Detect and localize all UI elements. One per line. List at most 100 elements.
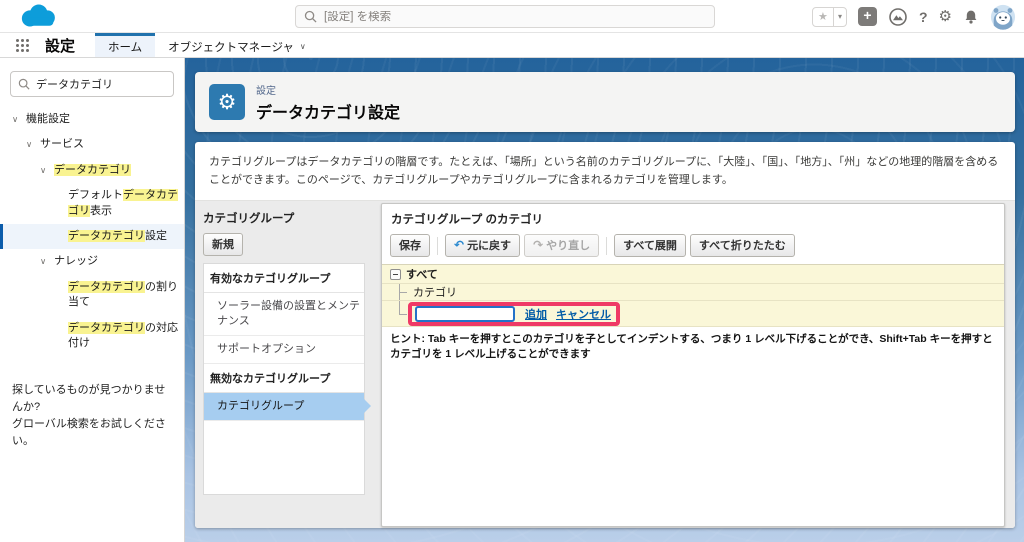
setup-tile-gear-icon: ⚙ — [209, 84, 245, 120]
undo-button[interactable]: ↶ 元に戻す — [445, 234, 521, 258]
tree-row-root[interactable]: すべて — [382, 265, 1004, 285]
sidebar-item-label: サービス — [40, 138, 84, 151]
sidebar-tree-item[interactable]: ∨ データカテゴリ — [0, 158, 184, 183]
sidebar-footer-line2: グローバル検索をお試しください。 — [12, 418, 166, 448]
quick-create-icon[interactable]: + — [857, 7, 877, 26]
page-description: カテゴリグループはデータカテゴリの階層です。たとえば、「場所」という名前のカテゴ… — [195, 142, 1015, 202]
sidebar-footer-line1: 探しているものが見つかりませんか? — [12, 384, 166, 414]
sidebar-tree-item[interactable]: ∨ ナレッジ — [0, 249, 184, 274]
global-header: ★ ▾ + ? ⚙ — [0, 0, 1024, 33]
favorites-dropdown-icon[interactable]: ▾ — [832, 7, 846, 26]
tab-home-label: ホーム — [108, 41, 143, 54]
setup-sidebar: ∨機能設定∨サービス∨データカテゴリデフォルトデータカテゴリ表示データカテゴリ設… — [0, 58, 185, 542]
help-icon[interactable]: ? — [919, 9, 928, 25]
add-link[interactable]: 追加 — [525, 306, 547, 322]
global-search[interactable] — [295, 5, 715, 28]
chevron-down-icon[interactable]: ∨ — [26, 137, 40, 151]
category-group-panel-title: カテゴリグループ — [203, 213, 295, 226]
sidebar-tree-item-selected[interactable]: データカテゴリ設定 — [0, 223, 184, 250]
chevron-down-icon[interactable]: ∨ — [40, 163, 54, 177]
setup-gear-icon[interactable]: ⚙ — [939, 9, 952, 24]
favorites-button[interactable]: ★ ▾ — [811, 6, 847, 27]
salesforce-logo — [21, 4, 55, 27]
sidebar-item-label: データカテゴリ設定 — [68, 229, 167, 242]
tree-root-label: すべて — [406, 269, 438, 282]
redo-label: やり直し — [546, 240, 591, 253]
breadcrumb: 設定 — [256, 85, 276, 97]
sidebar-tree: ∨ 機能設定 ∨ サービス ∨ データカテゴリ デフォルトデータカテゴリ表示 データカテゴリ設… — [0, 107, 184, 356]
new-category-input[interactable] — [415, 305, 515, 322]
expand-all-button[interactable]: すべて展開 — [614, 234, 686, 258]
nav-bar: 設定 ホーム オブジェクトマネージャ ∨ — [0, 33, 1024, 58]
app-launcher-icon[interactable] — [0, 33, 39, 57]
collapse-icon[interactable] — [390, 268, 401, 280]
new-button[interactable]: 新規 — [203, 233, 243, 257]
sidebar-item-label: 機能設定 — [26, 113, 70, 125]
sidebar-item-label: データカテゴリ — [54, 163, 131, 176]
tree-connector-tee — [395, 284, 409, 301]
header-icons: ★ ▾ + ? ⚙ — [811, 0, 1016, 33]
sidebar-tree-item[interactable]: デフォルトデータカテゴリ表示 — [0, 183, 184, 224]
user-avatar[interactable] — [990, 4, 1016, 30]
toolbar-divider — [606, 236, 608, 255]
tab-object-manager[interactable]: オブジェクトマネージャ ∨ — [155, 33, 319, 57]
quick-find-box[interactable] — [10, 71, 174, 97]
category-group-panel: カテゴリグループ 新規 有効なカテゴリグループ ソーラー設備の設置とメンテナンスサ… — [195, 201, 371, 528]
chevron-down-icon: ∨ — [299, 42, 306, 51]
search-icon — [304, 10, 317, 23]
page-title: データカテゴリ設定 — [256, 104, 401, 122]
category-panel-wrap: カテゴリグループ のカテゴリ 保存 ↶ 元に戻す ↷ やり直し すべて展開 すべて折… — [371, 201, 1015, 528]
category-panel: カテゴリグループ のカテゴリ 保存 ↶ 元に戻す ↷ やり直し すべて展開 すべて折… — [381, 203, 1005, 528]
sidebar-item-label: ナレッジ — [54, 255, 98, 268]
search-icon — [18, 78, 30, 90]
sidebar-tree-item[interactable]: データカテゴリの割り当て — [0, 275, 184, 316]
trailhead-icon[interactable] — [888, 7, 908, 27]
page-header-card: ⚙ 設定 データカテゴリ設定 — [195, 72, 1015, 132]
tab-object-manager-label: オブジェクトマネージャ — [168, 41, 294, 54]
redo-button[interactable]: ↷ やり直し — [524, 234, 600, 258]
cancel-link[interactable]: キャンセル — [556, 306, 611, 322]
page: ★ ▾ + ? ⚙ — [0, 0, 1024, 542]
category-panel-title: カテゴリグループ のカテゴリ — [391, 214, 544, 227]
tree-connector-elbow — [395, 301, 409, 326]
nav-tabs: ホーム オブジェクトマネージャ ∨ — [95, 33, 319, 57]
sidebar-footer: 探しているものが見つかりませんか? グローバル検索をお試しください。 — [0, 382, 184, 450]
tree-row-category[interactable]: カテゴリ — [382, 284, 1004, 302]
sidebar-item-label: デフォルトデータカテゴリ表示 — [68, 189, 178, 217]
category-group-section-header: 有効なカテゴリグループ — [204, 264, 364, 294]
tree-row-new-category: 追加 キャンセル — [382, 301, 1004, 328]
sidebar-item-label: データカテゴリの対応付け — [68, 321, 178, 349]
tab-home[interactable]: ホーム — [95, 33, 156, 57]
sidebar-tree-item[interactable]: ∨ 機能設定 — [0, 107, 184, 132]
tree-category-label: カテゴリ — [413, 287, 457, 300]
main-card: カテゴリグループはデータカテゴリの階層です。たとえば、「場所」という名前のカテゴ… — [195, 142, 1015, 528]
toolbar-divider — [437, 236, 438, 255]
category-group-item[interactable]: ソーラー設備の設置とメンテナンス — [204, 293, 364, 336]
save-button[interactable]: 保存 — [390, 234, 430, 258]
chevron-down-icon[interactable]: ∨ — [12, 112, 26, 126]
undo-label: 元に戻す — [467, 240, 512, 253]
global-search-input[interactable] — [324, 10, 706, 23]
sidebar-item-label: データカテゴリの割り当て — [68, 280, 178, 309]
sidebar-tree-item[interactable]: ∨ サービス — [0, 132, 184, 157]
notifications-bell-icon[interactable] — [963, 9, 979, 25]
sidebar-tree-item[interactable]: データカテゴリの対応付け — [0, 316, 184, 357]
quick-find-input[interactable] — [36, 78, 166, 90]
category-group-item[interactable]: サポートオプション — [204, 336, 364, 364]
collapse-all-button[interactable]: すべて折りたたむ — [689, 234, 795, 258]
category-group-section-header: 無効なカテゴリグループ — [204, 364, 364, 393]
category-toolbar: 保存 ↶ 元に戻す ↷ やり直し すべて展開 すべて折りたたむ — [382, 231, 1004, 264]
chevron-down-icon[interactable]: ∨ — [40, 254, 54, 268]
redo-icon: ↷ — [533, 238, 544, 253]
category-group-list: 有効なカテゴリグループ ソーラー設備の設置とメンテナンス サポートオプション 無効なカ… — [203, 263, 371, 496]
category-group-item-selected[interactable]: カテゴリグループ — [204, 392, 371, 421]
category-tree: すべて カテゴリ 追加 キャンセル — [382, 264, 1004, 328]
favorites-star-icon[interactable]: ★ — [813, 8, 833, 26]
inline-edit-region: 追加 キャンセル — [408, 301, 620, 326]
app-name: 設定 — [45, 37, 76, 55]
content-area: ⚙ 設定 データカテゴリ設定 カテゴリグループはデータカテゴリの階層です。たとえ… — [185, 58, 1024, 542]
main-body: カテゴリグループ 新規 有効なカテゴリグループ ソーラー設備の設置とメンテナンスサ… — [195, 201, 1015, 528]
